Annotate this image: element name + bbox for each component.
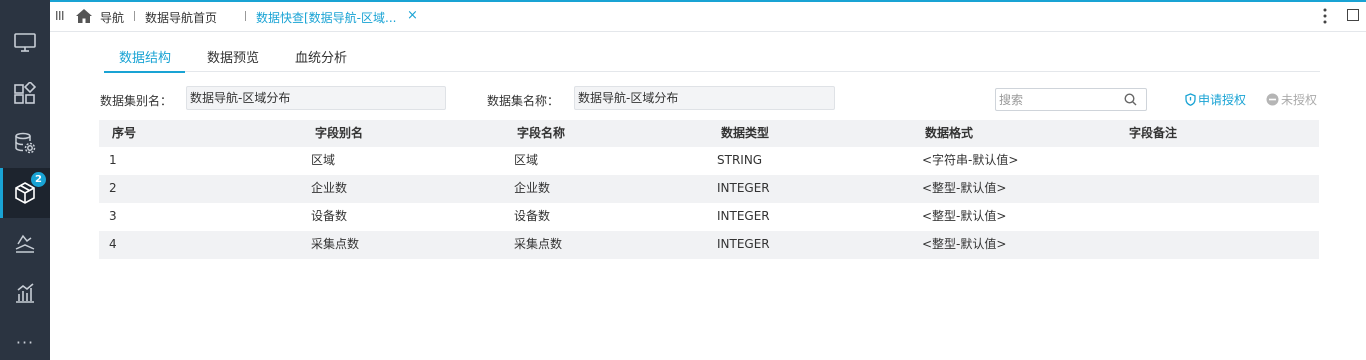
tab-nav[interactable]: 导航 <box>100 9 124 26</box>
tab-close-icon[interactable]: × <box>407 9 418 23</box>
rail-item-database-settings[interactable] <box>0 118 50 168</box>
cell-field-alias: 设备数 <box>311 209 348 223</box>
rail-item-reports[interactable] <box>0 268 50 318</box>
cell-index: 3 <box>109 209 117 223</box>
col-header-data-format: 数据格式 <box>925 126 974 140</box>
col-header-field-name: 字段名称 <box>517 126 566 140</box>
cell-field-alias: 区域 <box>311 153 336 167</box>
app-root: 2 ··· 导航 数据导航首页 数据快查[数据导航-区域... × 数据结构 数… <box>0 0 1366 360</box>
database-gear-icon <box>15 132 36 154</box>
minus-circle-icon <box>1266 93 1279 106</box>
cell-data-format: <整型-默认值> <box>922 237 1007 251</box>
more-options-icon[interactable] <box>1323 8 1327 24</box>
shield-icon <box>1185 93 1196 106</box>
tab-data-structure[interactable]: 数据结构 <box>103 47 186 73</box>
left-rail: 2 ··· <box>0 0 50 360</box>
tab-separator <box>134 11 135 21</box>
cell-data-type: INTEGER <box>717 181 770 195</box>
components-icon <box>14 82 36 104</box>
apply-auth-button[interactable]: 申请授权 <box>1185 91 1246 108</box>
rail-item-monitor[interactable] <box>0 18 50 68</box>
tab-separator <box>245 11 246 21</box>
main-content: 数据结构 数据预览 血统分析 数据集别名： 数据导航-区域分布 数据集名称： 数… <box>50 33 1366 360</box>
col-header-data-type: 数据类型 <box>721 126 770 140</box>
table-header: 序号 字段别名 字段名称 数据类型 数据格式 字段备注 <box>99 120 1319 147</box>
maximize-icon[interactable] <box>1347 9 1359 21</box>
tab-data-preview[interactable]: 数据预览 <box>207 47 259 72</box>
search-input[interactable] <box>996 89 1116 110</box>
tab-bar-accent-line <box>50 0 1366 2</box>
cell-field-alias: 企业数 <box>311 181 348 195</box>
table-row[interactable]: 1 区域 区域 STRING <字符串-默认值> <box>99 147 1319 175</box>
dataset-alias-label: 数据集别名： <box>100 94 173 108</box>
cell-data-type: INTEGER <box>717 209 770 223</box>
rail-badge: 2 <box>31 172 46 187</box>
tab-lineage-analysis[interactable]: 血统分析 <box>295 47 347 72</box>
col-header-index: 序号 <box>112 126 137 140</box>
tab-data-nav-home[interactable]: 数据导航首页 <box>145 9 217 26</box>
home-icon[interactable] <box>76 9 92 23</box>
cell-data-type: INTEGER <box>717 237 770 251</box>
cell-index: 1 <box>109 153 117 167</box>
table-row[interactable]: 2 企业数 企业数 INTEGER <整型-默认值> <box>99 175 1319 203</box>
cell-field-alias: 采集点数 <box>311 237 360 251</box>
cell-data-type: STRING <box>717 153 763 167</box>
tab-data-quick-lookup[interactable]: 数据快查[数据导航-区域... <box>256 9 396 26</box>
rail-more-button[interactable]: ··· <box>0 330 50 360</box>
cell-data-format: <整型-默认值> <box>922 209 1007 223</box>
cell-field-name: 设备数 <box>514 209 551 223</box>
dataset-alias-field: 数据导航-区域分布 <box>186 86 446 110</box>
table-row[interactable]: 3 设备数 设备数 INTEGER <整型-默认值> <box>99 203 1319 231</box>
bar-chart-icon <box>16 283 34 303</box>
tab-bar: 导航 数据导航首页 数据快查[数据导航-区域... × <box>50 0 1366 32</box>
dataset-name-label: 数据集名称： <box>487 94 560 108</box>
search-box <box>995 88 1147 111</box>
col-header-field-remark: 字段备注 <box>1129 126 1178 140</box>
sub-tabs: 数据结构 数据预览 血统分析 <box>103 47 1320 73</box>
cell-field-name: 企业数 <box>514 181 551 195</box>
unauthorized-label: 未授权 <box>1281 93 1318 107</box>
search-icon[interactable] <box>1124 93 1137 106</box>
rail-item-components[interactable] <box>0 68 50 118</box>
monitor-icon <box>14 33 36 52</box>
col-header-field-alias: 字段别名 <box>315 126 364 140</box>
cell-data-format: <字符串-默认值> <box>922 153 1019 167</box>
cell-field-name: 区域 <box>514 153 539 167</box>
field-table: 序号 字段别名 字段名称 数据类型 数据格式 字段备注 1 区域 区域 STRI… <box>99 120 1319 259</box>
table-row[interactable]: 4 采集点数 采集点数 INTEGER <整型-默认值> <box>99 231 1319 259</box>
cell-index: 4 <box>109 237 117 251</box>
menu-icon[interactable] <box>56 11 64 20</box>
rail-item-datasets[interactable]: 2 <box>0 168 50 218</box>
rail-item-analysis[interactable] <box>0 218 50 268</box>
dataset-name-field: 数据导航-区域分布 <box>574 86 835 110</box>
cell-index: 2 <box>109 181 117 195</box>
apply-auth-label: 申请授权 <box>1198 93 1247 107</box>
layers-chart-icon <box>15 234 35 253</box>
cell-field-name: 采集点数 <box>514 237 563 251</box>
unauthorized-status: 未授权 <box>1266 91 1317 108</box>
cell-data-format: <整型-默认值> <box>922 181 1007 195</box>
